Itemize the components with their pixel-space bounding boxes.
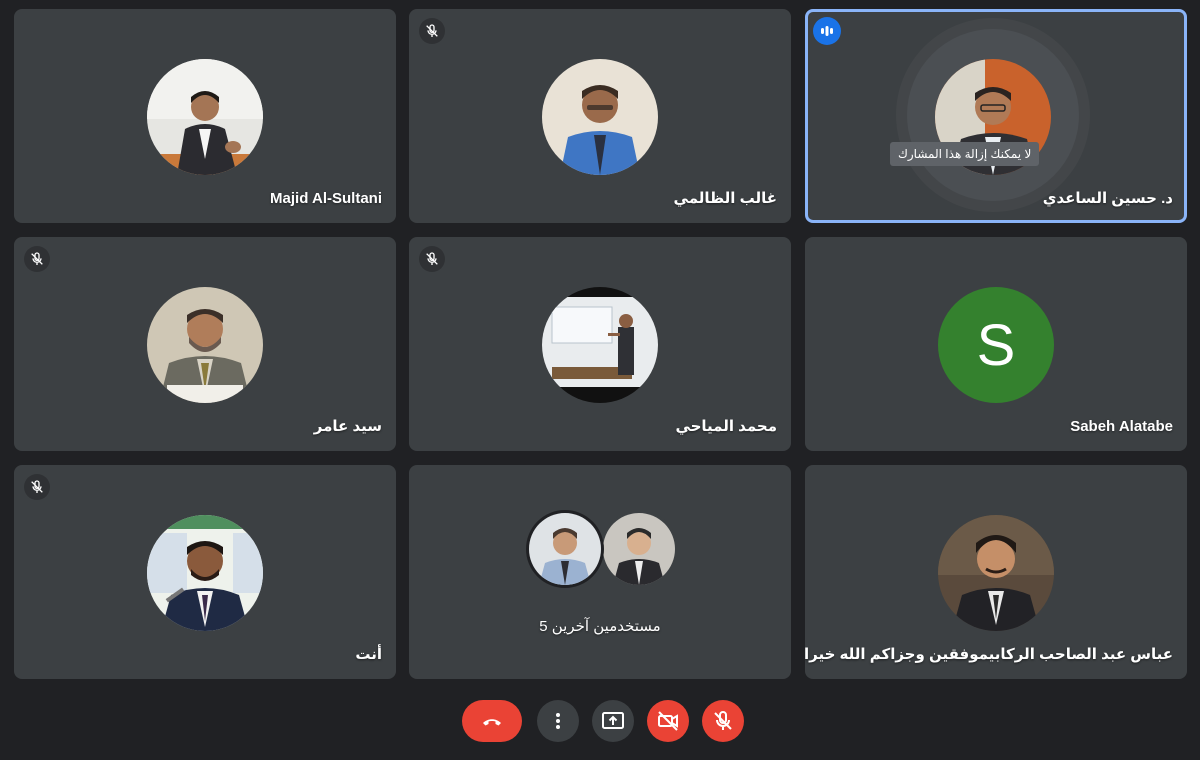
leave-call-button[interactable] [462,700,522,742]
more-options-button[interactable] [537,700,579,742]
camera-toggle-button[interactable] [647,700,689,742]
remove-participant-tooltip: لا يمكنك إزالة هذا المشارك [890,142,1040,166]
present-screen-icon [602,712,624,729]
participant-initial-avatar: S [938,287,1054,403]
participant-tile-active-speaker[interactable]: لا يمكنك إزالة هذا المشارك د. حسين الساع… [805,9,1187,223]
participant-avatar [147,287,263,403]
participant-name: Sabeh Alatabe [1070,418,1173,435]
mic-off-icon [419,246,445,272]
participant-tile[interactable]: سيد عامر [14,237,396,451]
participant-tile[interactable]: عباس عبد الصاحب الركابيموفقين وجزاكم الل… [805,465,1187,679]
mic-off-icon [24,474,50,500]
participant-avatar [600,510,678,588]
mic-off-icon [714,710,732,730]
participant-name: أنت [355,646,382,663]
more-vert-icon [556,713,560,729]
participant-name: Majid Al-Sultani [270,190,382,207]
participant-tile[interactable]: غالب الظالمي [409,9,791,223]
mic-off-icon [419,18,445,44]
speaking-indicator-icon [813,17,841,45]
participant-name: عباس عبد الصاحب الركابيموفقين وجزاكم الل… [805,646,1173,663]
participant-avatar [147,59,263,175]
participant-avatar [526,510,604,588]
participant-tile[interactable]: Majid Al-Sultani [14,9,396,223]
hang-up-icon [483,719,501,726]
others-count-label: 5 مستخدمين آخرين [539,618,661,635]
mic-off-icon [24,246,50,272]
participant-name: سيد عامر [313,418,382,435]
participant-tile[interactable]: S Sabeh Alatabe [805,237,1187,451]
participant-tile[interactable]: محمد المياحي [409,237,791,451]
present-now-button[interactable] [592,700,634,742]
call-controls-bar [0,700,1200,760]
camera-off-icon [658,711,678,731]
participant-tile-others[interactable]: 5 مستخدمين آخرين [409,465,791,679]
participant-name: د. حسين الساعدي [1042,190,1173,207]
participant-grid: Majid Al-Sultani غالب الظالمي لا يمكنك إ… [0,0,1200,700]
participant-avatar [938,515,1054,631]
participant-name: غالب الظالمي [673,190,777,207]
microphone-toggle-button[interactable] [702,700,744,742]
participant-avatar [542,287,658,403]
participant-tile-self[interactable]: أنت [14,465,396,679]
participant-avatar [147,515,263,631]
participant-name: محمد المياحي [675,418,777,435]
participant-avatar [542,59,658,175]
